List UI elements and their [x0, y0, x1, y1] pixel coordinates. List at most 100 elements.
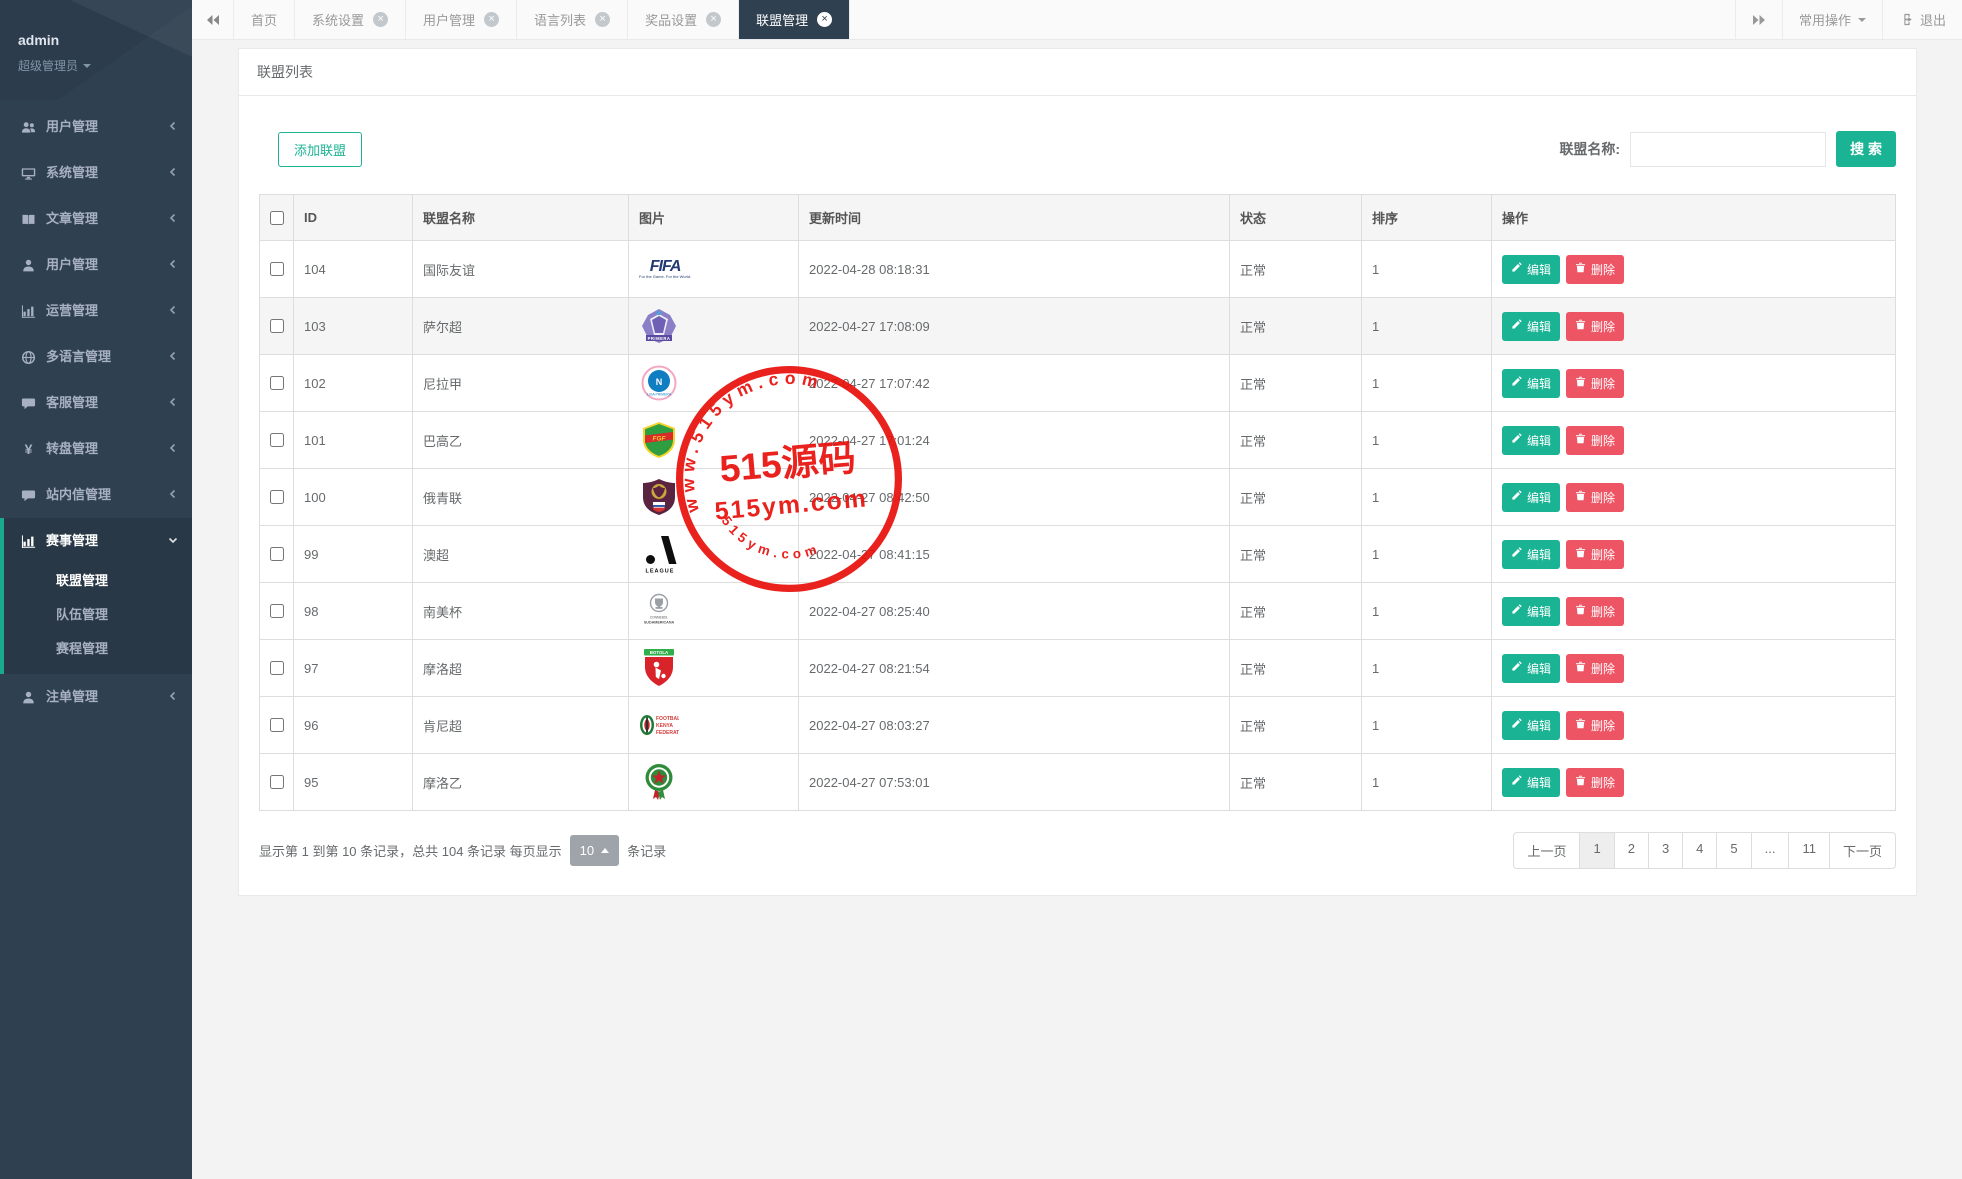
sidebar-item-系统管理[interactable]: 系统管理 — [0, 150, 192, 196]
top-tabbar: 首页 系统设置 × 用户管理 × 语言列表 × 奖品设置 × 联盟管理 × 常用操作 退出 — [192, 0, 1962, 40]
row-checkbox[interactable] — [270, 433, 284, 447]
page-4-button[interactable]: 4 — [1682, 833, 1716, 868]
row-checkbox[interactable] — [270, 319, 284, 333]
page-3-button[interactable]: 3 — [1647, 833, 1682, 868]
row-checkbox[interactable] — [270, 262, 284, 276]
page-prev-button[interactable]: 上一页 — [1514, 833, 1579, 868]
tabs-scroll-right-button[interactable] — [1734, 0, 1782, 39]
delete-button[interactable]: 删除 — [1566, 482, 1625, 512]
sidebar-item-多语言管理[interactable]: 多语言管理 — [0, 334, 192, 380]
cell-status: 正常 — [1229, 411, 1362, 469]
sidebar-subitem-队伍管理[interactable]: 队伍管理 — [4, 598, 192, 632]
common-actions-dropdown[interactable]: 常用操作 — [1781, 0, 1882, 39]
cell-id: 102 — [293, 354, 413, 412]
row-checkbox[interactable] — [270, 376, 284, 390]
page-2-button[interactable]: 2 — [1613, 833, 1648, 868]
edit-button[interactable]: 编辑 — [1502, 710, 1561, 740]
sidebar-item-转盘管理[interactable]: ¥ 转盘管理 — [0, 426, 192, 472]
select-all-checkbox[interactable] — [270, 210, 284, 225]
sidebar-item-用户管理[interactable]: 用户管理 — [0, 242, 192, 288]
delete-button[interactable]: 删除 — [1566, 425, 1625, 455]
page-1-button[interactable]: 1 — [1579, 833, 1614, 868]
svg-text:KENYA: KENYA — [656, 723, 673, 729]
tab-close-icon[interactable]: × — [595, 12, 611, 27]
tabs-scroll-left-button[interactable] — [192, 0, 234, 39]
tab-close-icon[interactable]: × — [373, 12, 389, 27]
page-5-button[interactable]: 5 — [1716, 833, 1750, 868]
logout-button[interactable]: 退出 — [1881, 0, 1962, 39]
sidebar-item-label: 系统管理 — [46, 165, 99, 180]
chart-icon — [20, 304, 37, 319]
sidebar-subitem-联盟管理[interactable]: 联盟管理 — [4, 564, 192, 598]
sidebar-item-运营管理[interactable]: 运营管理 — [0, 288, 192, 334]
tab-语言列表[interactable]: 语言列表 × — [517, 0, 629, 39]
delete-button[interactable]: 删除 — [1566, 311, 1625, 341]
page-next-button[interactable]: 下一页 — [1828, 833, 1895, 868]
tab-close-icon[interactable]: × — [484, 12, 500, 27]
cell-logo — [628, 753, 799, 811]
tab-奖品设置[interactable]: 奖品设置 × — [628, 0, 740, 39]
edit-icon — [1511, 490, 1522, 504]
tab-首页[interactable]: 首页 — [234, 0, 296, 39]
delete-button[interactable]: 删除 — [1566, 653, 1625, 683]
league-name-input[interactable] — [1630, 131, 1827, 167]
row-checkbox[interactable] — [270, 604, 284, 618]
cell-sort: 1 — [1361, 696, 1492, 754]
cell-status: 正常 — [1229, 525, 1362, 583]
row-checkbox[interactable] — [270, 775, 284, 789]
chevron-left-icon — [168, 118, 178, 136]
sidebar-item-注单管理[interactable]: 注单管理 — [0, 674, 192, 720]
row-checkbox[interactable] — [270, 718, 284, 732]
row-checkbox[interactable] — [270, 490, 284, 504]
edit-button[interactable]: 编辑 — [1502, 767, 1561, 797]
page-11-button[interactable]: 11 — [1788, 833, 1829, 868]
svg-text:LEAGUE: LEAGUE — [646, 568, 675, 574]
delete-button[interactable]: 删除 — [1566, 368, 1625, 398]
profile-role-dropdown[interactable]: 超级管理员 — [18, 57, 174, 74]
cell-logo: FIFA For the Game. For the World. — [628, 240, 799, 298]
sidebar-item-label: 站内信管理 — [46, 487, 112, 502]
cell-status: 正常 — [1229, 639, 1362, 697]
tab-close-icon[interactable]: × — [817, 12, 833, 27]
edit-button[interactable]: 编辑 — [1502, 653, 1561, 683]
edit-button[interactable]: 编辑 — [1502, 425, 1561, 455]
table-footer: 显示第 1 到第 10 条记录，总共 104 条记录 每页显示 10 条记录 上… — [259, 832, 1896, 869]
edit-button[interactable]: 编辑 — [1502, 254, 1561, 284]
delete-button[interactable]: 删除 — [1566, 254, 1625, 284]
row-checkbox[interactable] — [270, 547, 284, 561]
sidebar-subitem-赛程管理[interactable]: 赛程管理 — [4, 632, 192, 666]
chevron-left-icon — [168, 348, 178, 366]
cell-logo: LEAGUE — [628, 525, 799, 583]
users-icon — [20, 120, 37, 135]
delete-button[interactable]: 删除 — [1566, 767, 1625, 797]
tab-系统设置[interactable]: 系统设置 × — [295, 0, 407, 39]
page-size-dropdown[interactable]: 10 — [569, 835, 620, 866]
sidebar-item-赛事管理[interactable]: 赛事管理 联盟管理 队伍管理 赛程管理 — [0, 518, 192, 674]
svg-text:BOTOLA: BOTOLA — [650, 649, 669, 654]
add-league-button[interactable]: 添加联盟 — [278, 131, 363, 167]
yen-icon: ¥ — [24, 441, 33, 457]
sidebar-profile[interactable]: admin 超级管理员 — [0, 0, 192, 100]
column-header-操作: 操作 — [1491, 194, 1896, 241]
edit-button[interactable]: 编辑 — [1502, 368, 1561, 398]
edit-button[interactable]: 编辑 — [1502, 482, 1561, 512]
column-header-更新时间: 更新时间 — [798, 194, 1230, 241]
sidebar-item-用户管理[interactable]: 用户管理 — [0, 104, 192, 150]
row-checkbox[interactable] — [270, 661, 284, 675]
delete-button[interactable]: 删除 — [1566, 539, 1625, 569]
sidebar-item-站内信管理[interactable]: 站内信管理 — [0, 472, 192, 518]
tab-联盟管理[interactable]: 联盟管理 × — [739, 0, 851, 39]
tab-用户管理[interactable]: 用户管理 × — [406, 0, 518, 39]
table-row-97: 97 摩洛超 BOTOLA 2022-04-27 08:21:54 正常 1 编辑 删除 — [259, 639, 1896, 697]
search-button[interactable]: 搜 索 — [1836, 131, 1896, 167]
delete-button[interactable]: 删除 — [1566, 596, 1625, 626]
edit-button[interactable]: 编辑 — [1502, 596, 1561, 626]
sidebar-item-客服管理[interactable]: 客服管理 — [0, 380, 192, 426]
sidebar-item-文章管理[interactable]: 文章管理 — [0, 196, 192, 242]
table-row-98: 98 南美杯 CONMEBOL SUDAMERICANA 2022-04-27 08:2… — [259, 582, 1896, 640]
edit-button[interactable]: 编辑 — [1502, 311, 1561, 341]
edit-button[interactable]: 编辑 — [1502, 539, 1561, 569]
tab-close-icon[interactable]: × — [706, 12, 722, 27]
cell-actions: 编辑 删除 — [1491, 411, 1896, 469]
delete-button[interactable]: 删除 — [1566, 710, 1625, 740]
